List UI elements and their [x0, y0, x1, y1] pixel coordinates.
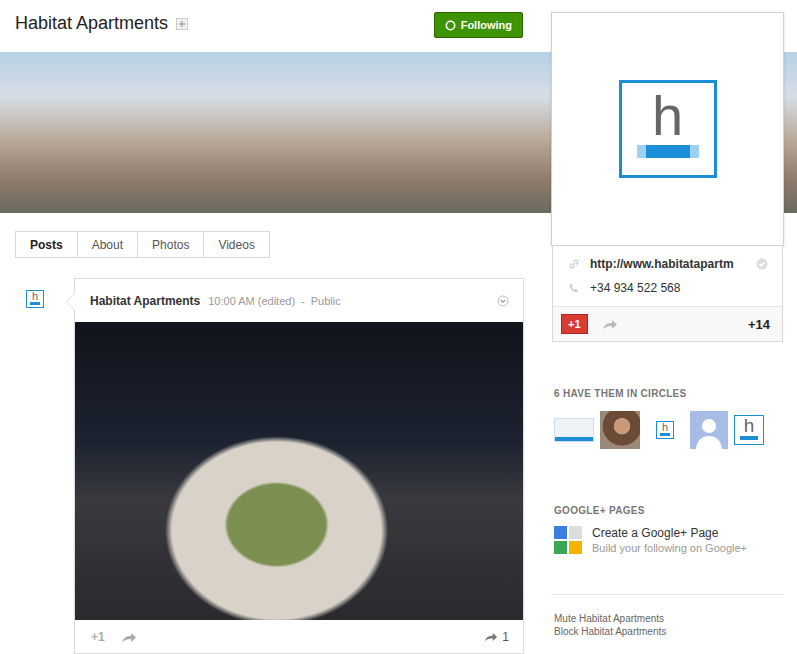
plus-one-button[interactable]: +1	[561, 314, 588, 334]
tab[interactable]: Videos	[203, 232, 268, 257]
phone-number: +34 934 522 568	[590, 281, 680, 295]
google-pages-icon	[554, 526, 582, 554]
avatar[interactable]	[690, 411, 728, 449]
post-pointer	[66, 293, 75, 311]
post-avatar[interactable]: h	[26, 290, 44, 308]
plus-count: +14	[748, 317, 770, 332]
avatar[interactable]: h	[734, 415, 764, 445]
footer-link[interactable]: Mute Habitat Apartments	[554, 613, 784, 624]
avatar[interactable]: h	[656, 421, 674, 439]
phone-icon	[568, 282, 580, 294]
share-icon[interactable]	[121, 631, 137, 643]
circles-section: 6 HAVE THEM IN CIRCLEShh	[551, 388, 784, 449]
post-footer: +1 1	[75, 620, 523, 653]
page-title: Habitat Apartments	[15, 13, 168, 34]
profile-card: h	[551, 12, 784, 246]
plus-one-button[interactable]: +1	[91, 630, 105, 644]
meta-separator: -	[301, 295, 305, 307]
post-header: Habitat Apartments 10:00 AM (edited)-Publ…	[75, 279, 523, 322]
website-link[interactable]: http://www.habitatapartm	[590, 257, 746, 271]
following-button[interactable]: Following	[434, 12, 523, 38]
create-page-link[interactable]: Create a Google+ Page	[592, 526, 747, 540]
phone-row: +34 934 522 568	[553, 276, 782, 300]
info-box: http://www.habitatapartm +34 934 522 568 +…	[552, 246, 783, 342]
post-author[interactable]: Habitat Apartments	[90, 294, 200, 308]
tab[interactable]: About	[77, 232, 137, 257]
avatar-list: hh	[554, 411, 784, 449]
sidebar: h http://www.habitatapartm +34 934 522 568…	[551, 12, 784, 637]
header: Habitat Apartments Following	[0, 0, 523, 52]
website-row: http://www.habitatapartm	[553, 246, 782, 276]
avatar[interactable]	[554, 418, 594, 442]
plus-row: +1 +14	[553, 306, 782, 341]
pages-heading: GOOGLE+ PAGES	[554, 505, 784, 516]
circles-heading: 6 HAVE THEM IN CIRCLES	[554, 388, 784, 399]
create-page-subtitle: Build your following on Google+	[592, 542, 747, 554]
post-card: Habitat Apartments 10:00 AM (edited)-Publ…	[74, 278, 524, 654]
verified-icon	[756, 258, 768, 270]
post-visibility[interactable]: Public	[311, 295, 341, 307]
share-count[interactable]: 1	[484, 630, 509, 644]
menu-caret-icon[interactable]	[497, 295, 509, 307]
tab[interactable]: Posts	[16, 232, 77, 257]
page: Habitat Apartments Following PostsAboutPho…	[0, 0, 797, 654]
reshare-icon	[484, 631, 498, 642]
pages-section: GOOGLE+ PAGES Create a Google+ Page Build …	[551, 505, 784, 554]
person-icon	[690, 411, 728, 449]
avatar[interactable]	[600, 411, 640, 449]
tab[interactable]: Photos	[137, 232, 203, 257]
tab-bar: PostsAboutPhotosVideos	[15, 231, 270, 258]
footer-links: Mute Habitat Apartments Block Habitat Apa…	[551, 594, 784, 637]
profile-logo: h	[619, 80, 717, 178]
circle-icon	[445, 20, 456, 31]
post-photo[interactable]	[75, 322, 523, 620]
footer-link[interactable]: Block Habitat Apartments	[554, 626, 784, 637]
share-icon[interactable]	[602, 318, 618, 330]
post-time[interactable]: 10:00 AM (edited)	[208, 295, 295, 307]
link-icon	[568, 258, 580, 270]
add-icon[interactable]	[176, 18, 188, 30]
